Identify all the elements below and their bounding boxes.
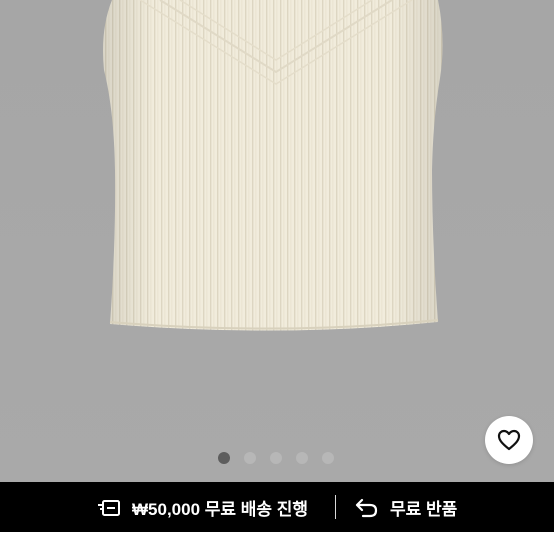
free-shipping-label: ₩50,000 무료 배송 진행 bbox=[132, 500, 309, 519]
garment-illustration bbox=[103, 0, 443, 331]
carousel-dot-3[interactable] bbox=[270, 452, 282, 464]
product-detail-screen: ₩50,000 무료 배송 진행 무료 반품 bbox=[0, 0, 554, 554]
free-shipping-promo[interactable]: ₩50,000 무료 배송 진행 bbox=[96, 495, 308, 520]
free-return-label: 무료 반품 bbox=[390, 500, 458, 519]
divider bbox=[335, 495, 336, 519]
free-return-promo[interactable]: 무료 반품 bbox=[354, 495, 457, 520]
heart-icon bbox=[497, 429, 521, 451]
bottom-spacer bbox=[0, 532, 554, 554]
carousel-dot-5[interactable] bbox=[322, 452, 334, 464]
carousel-dot-2[interactable] bbox=[244, 452, 256, 464]
carousel-pagination bbox=[218, 452, 334, 464]
carousel-dot-1[interactable] bbox=[218, 452, 230, 464]
delivery-icon bbox=[96, 496, 122, 520]
product-image[interactable] bbox=[0, 0, 554, 482]
return-arrow-icon bbox=[354, 496, 380, 520]
carousel-dot-4[interactable] bbox=[296, 452, 308, 464]
favorite-button[interactable] bbox=[485, 416, 533, 464]
shipping-benefits-bar: ₩50,000 무료 배송 진행 무료 반품 bbox=[0, 482, 554, 532]
